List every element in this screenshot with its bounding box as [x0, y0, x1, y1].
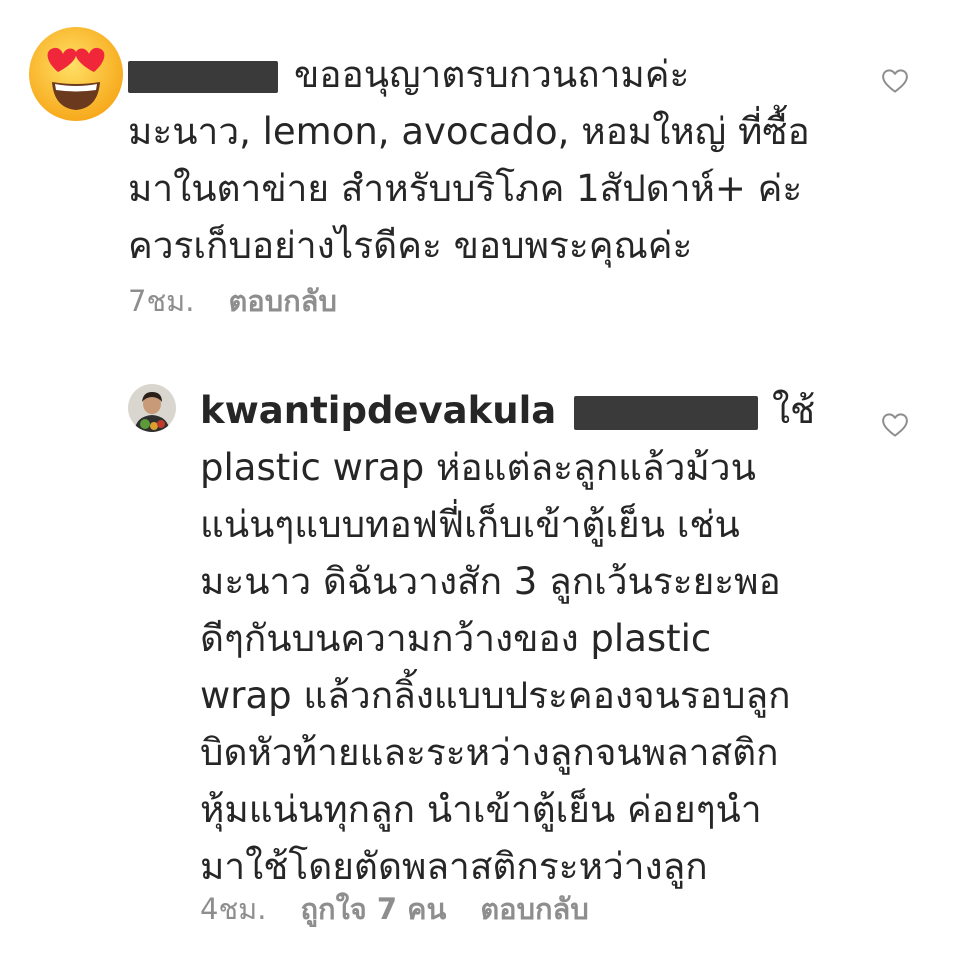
comment-1-meta: 7ชม. ตอบกลับ — [128, 278, 371, 324]
comment-2-reply-button[interactable]: ตอบกลับ — [480, 892, 588, 926]
comment-2-line-8: หุ้มแน่นทุกลูก นำเข้าตู้เย็น ค่อยๆนำ — [200, 788, 762, 831]
comment-2-text: kwantipdevakula ใช้ plastic wrap ห่อแต่ล… — [200, 382, 815, 895]
comment-1-line-1: ขออนุญาตรบกวนถามค่ะ — [128, 46, 810, 103]
heart-outline-icon — [882, 69, 908, 93]
comment-2-time: 4ชม. — [200, 892, 267, 926]
comment-1: ขออนุญาตรบกวนถามค่ะ มะนาว, lemon, avocad… — [0, 0, 960, 330]
comment-1-reply-button[interactable]: ตอบกลับ — [228, 284, 336, 318]
comment-2-like-button[interactable] — [880, 410, 910, 440]
profile-photo-icon — [128, 384, 176, 432]
comment-2-line-6: wrap แล้วกลิ้งแบบประคองจนรอบลูก — [200, 674, 791, 717]
comment-2-line-1: kwantipdevakula ใช้ — [200, 389, 816, 432]
heart-outline-icon — [882, 413, 908, 437]
comment-2-line-2: plastic wrap ห่อแต่ละลูกแล้วม้วน — [200, 446, 756, 489]
comment-1-like-button[interactable] — [880, 66, 910, 96]
comment-2-likes-count[interactable]: ถูกใจ 7 คน — [300, 892, 446, 926]
comment-2-line-4: มะนาว ดิฉันวางสัก 3 ลูกเว้นระยะพอ — [200, 560, 781, 603]
comment-1-time: 7ชม. — [128, 284, 195, 318]
redacted-username — [128, 60, 278, 93]
avatar-profile[interactable] — [128, 384, 176, 432]
comment-1-text: ขออนุญาตรบกวนถามค่ะ มะนาว, lemon, avocad… — [128, 46, 810, 274]
comment-1-line-3: มาในตาข่าย สำหรับบริโภค 1สัปดาห์+ ค่ะ — [128, 167, 803, 210]
comment-2-meta: 4ชม. ถูกใจ 7 คน ตอบกลับ — [200, 886, 623, 932]
comment-2-line-3: แน่นๆแบบทอฟฟี่เก็บเข้าตู้เย็น เช่น — [200, 503, 740, 546]
redacted-mention — [573, 395, 758, 430]
comment-2: kwantipdevakula ใช้ plastic wrap ห่อแต่ล… — [0, 340, 960, 940]
comment-2-line-5: ดีๆกันบนความกว้างของ plastic — [200, 617, 712, 660]
comment-1-line-2: มะนาว, lemon, avocado, หอมใหญ่ ที่ซื้อ — [128, 110, 810, 153]
comment-1-line-4: ควรเก็บอย่างไรดีคะ ขอบพระคุณค่ะ — [128, 224, 693, 267]
avatar-emoji[interactable] — [28, 26, 124, 122]
comment-2-username[interactable]: kwantipdevakula — [200, 389, 556, 432]
heart-eyes-emoji-icon — [29, 27, 123, 121]
comment-2-line-7: บิดหัวท้ายและระหว่างลูกจนพลาสติก — [200, 731, 779, 774]
